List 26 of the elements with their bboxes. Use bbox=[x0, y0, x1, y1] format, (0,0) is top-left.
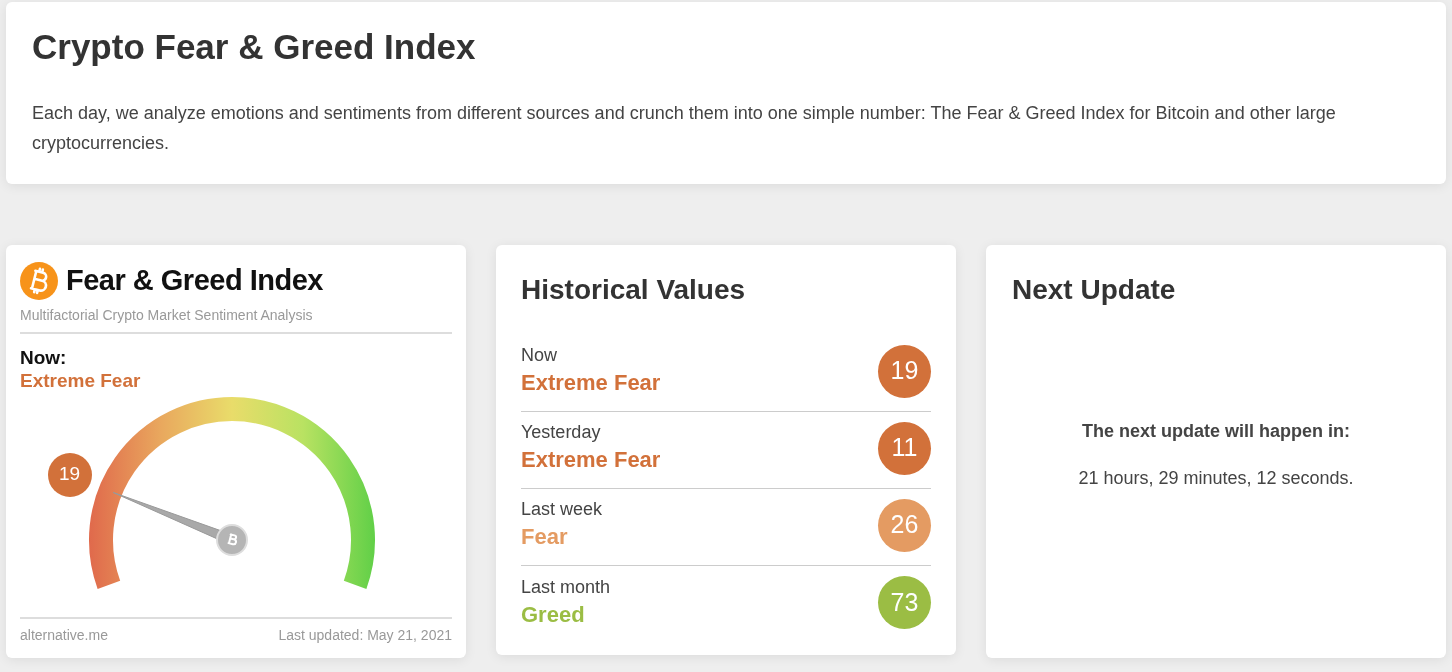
now-classification: Extreme Fear bbox=[20, 368, 142, 392]
widget-subtitle: Multifactorial Crypto Market Sentiment Analysis bbox=[20, 304, 452, 334]
period-label: Last month bbox=[521, 575, 611, 599]
card-title: Historical Values bbox=[521, 273, 747, 307]
classification-text: Extreme Fear bbox=[521, 446, 661, 474]
source-text: alternative.me bbox=[20, 625, 108, 645]
value-circle: 26 bbox=[878, 498, 931, 552]
gauge-value: 19 bbox=[47, 452, 92, 497]
next-update-label: The next update will happen in: bbox=[1082, 419, 1350, 443]
classification-text: Fear bbox=[521, 523, 569, 551]
description-text: Each day, we analyze emotions and sentiments from different sources and crunch them into one simple number: The Fear & Greed Index for Bitcoin and other large cryptocurrencies. bbox=[32, 102, 1337, 155]
classification-text: Extreme Fear bbox=[521, 369, 661, 397]
period-label: Last week bbox=[521, 498, 603, 521]
countdown-text: 21 hours, 29 minutes, 12 seconds. bbox=[1078, 466, 1354, 490]
bitcoin-logo-icon bbox=[20, 261, 58, 300]
last-updated-text: Last updated: May 21, 2021 bbox=[278, 625, 452, 645]
value-circle: 11 bbox=[878, 421, 931, 475]
page-title: Crypto Fear & Greed Index bbox=[32, 26, 477, 68]
classification-text: Greed bbox=[521, 600, 586, 629]
widget-title: Fear & Greed Index bbox=[66, 263, 323, 298]
period-label: Now bbox=[521, 344, 558, 367]
value-circle: 19 bbox=[878, 344, 931, 398]
card-title: Next Update bbox=[1012, 273, 1177, 307]
value-circle: 73 bbox=[878, 576, 931, 629]
period-label: Yesterday bbox=[521, 421, 602, 444]
now-label: Now: bbox=[20, 345, 68, 369]
